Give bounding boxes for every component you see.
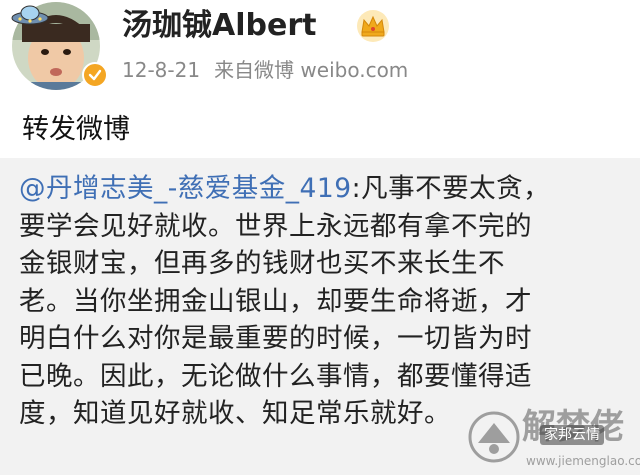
- quote-line: 要学会见好就收。世界上永远都有拿不完的: [19, 210, 532, 242]
- quote-line: 已晚。因此，无论做什么事情，都要懂得适: [19, 360, 532, 392]
- quote-line: 老。当你坐拥金山银山，却要生命将逝，才: [19, 285, 532, 317]
- crown-icon[interactable]: [356, 9, 390, 43]
- quote-line: 金银财宝，但再多的钱财也买不来长生不: [19, 248, 505, 279]
- quoted-post-text: @丹增志美_-慈爱基金_419:凡事不要太贪， 要学会见好就收。世界上永远都有拿…: [19, 170, 619, 433]
- watermark-logo-icon: [468, 411, 520, 463]
- quote-line: 明白什么对你是最重要的时候，一切皆为时: [19, 323, 532, 354]
- post-header: 汤珈铖Albert 12-8-21 来自微博 weibo.com: [0, 0, 640, 100]
- quote-line: @丹增志美_-慈爱基金_419:凡事不要太贪，: [19, 170, 619, 208]
- wechat-account-tag: 家邦云情: [540, 425, 604, 445]
- post-source[interactable]: 来自微博 weibo.com: [214, 58, 408, 82]
- watermark-url: www.jiemenglao.com: [526, 454, 640, 468]
- avatar[interactable]: [10, 0, 108, 92]
- username[interactable]: 汤珈铖Albert: [122, 6, 316, 46]
- ufo-icon: [11, 5, 49, 25]
- verified-badge-icon: [82, 62, 108, 88]
- mention-link[interactable]: @丹增志美_-慈爱基金_419: [19, 173, 352, 204]
- repost-text: 转发微博: [22, 114, 130, 145]
- post-date[interactable]: 12-8-21: [122, 58, 200, 82]
- quote-line-text: :凡事不要太贪，: [351, 173, 551, 204]
- post-meta: 12-8-21 来自微博 weibo.com: [122, 56, 408, 84]
